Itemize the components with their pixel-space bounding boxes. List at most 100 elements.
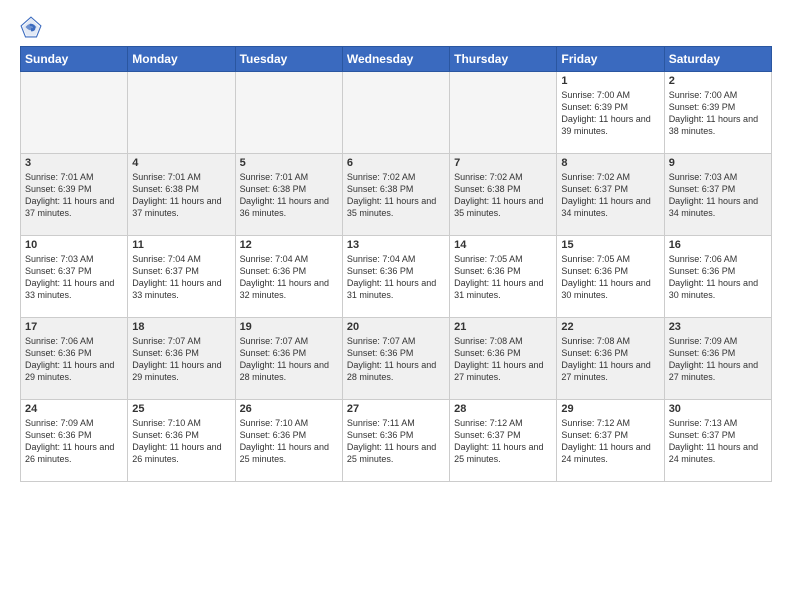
weekday-header-saturday: Saturday [664,47,771,72]
calendar-cell [342,72,449,154]
day-info: Sunrise: 7:01 AM Sunset: 6:38 PM Dayligh… [132,171,230,220]
logo-icon [20,16,42,38]
day-number: 2 [669,75,767,87]
calendar-cell: 21 Sunrise: 7:08 AM Sunset: 6:36 PM Dayli… [450,318,557,400]
day-info: Sunrise: 7:08 AM Sunset: 6:36 PM Dayligh… [454,335,552,384]
day-number: 22 [561,321,659,333]
day-info: Sunrise: 7:05 AM Sunset: 6:36 PM Dayligh… [454,253,552,302]
day-number: 29 [561,403,659,415]
day-number: 14 [454,239,552,251]
day-number: 26 [240,403,338,415]
day-number: 7 [454,157,552,169]
day-info: Sunrise: 7:08 AM Sunset: 6:36 PM Dayligh… [561,335,659,384]
calendar-cell: 10 Sunrise: 7:03 AM Sunset: 6:37 PM Dayli… [21,236,128,318]
calendar-cell: 30 Sunrise: 7:13 AM Sunset: 6:37 PM Dayli… [664,400,771,482]
day-info: Sunrise: 7:10 AM Sunset: 6:36 PM Dayligh… [132,417,230,466]
calendar-cell: 6Sunrise: 7:02 AM Sunset: 6:38 PM Daylig… [342,154,449,236]
calendar-cell [21,72,128,154]
calendar-cell: 25 Sunrise: 7:10 AM Sunset: 6:36 PM Dayli… [128,400,235,482]
day-info: Sunrise: 7:12 AM Sunset: 6:37 PM Dayligh… [561,417,659,466]
week-row-3: 10 Sunrise: 7:03 AM Sunset: 6:37 PM Dayli… [21,236,772,318]
weekday-header-monday: Monday [128,47,235,72]
day-info: Sunrise: 7:04 AM Sunset: 6:36 PM Dayligh… [347,253,445,302]
day-number: 28 [454,403,552,415]
week-row-5: 24 Sunrise: 7:09 AM Sunset: 6:36 PM Dayli… [21,400,772,482]
day-number: 24 [25,403,123,415]
day-info: Sunrise: 7:06 AM Sunset: 6:36 PM Dayligh… [25,335,123,384]
logo-area [20,16,46,38]
day-info: Sunrise: 7:07 AM Sunset: 6:36 PM Dayligh… [240,335,338,384]
calendar-cell: 11 Sunrise: 7:04 AM Sunset: 6:37 PM Dayli… [128,236,235,318]
day-number: 10 [25,239,123,251]
weekday-header-row: SundayMondayTuesdayWednesdayThursdayFrid… [21,47,772,72]
calendar-cell: 20 Sunrise: 7:07 AM Sunset: 6:36 PM Dayli… [342,318,449,400]
calendar-cell: 7 Sunrise: 7:02 AM Sunset: 6:38 PM Daylig… [450,154,557,236]
calendar-cell: 9 Sunrise: 7:03 AM Sunset: 6:37 PM Daylig… [664,154,771,236]
day-number: 3 [25,157,123,169]
day-number: 23 [669,321,767,333]
calendar-cell: 12Sunrise: 7:04 AM Sunset: 6:36 PM Dayli… [235,236,342,318]
header [20,16,772,38]
day-info: Sunrise: 7:02 AM Sunset: 6:38 PM Dayligh… [347,171,445,220]
week-row-2: 3Sunrise: 7:01 AM Sunset: 6:39 PM Daylig… [21,154,772,236]
calendar-table: SundayMondayTuesdayWednesdayThursdayFrid… [20,46,772,482]
day-info: Sunrise: 7:07 AM Sunset: 6:36 PM Dayligh… [347,335,445,384]
weekday-header-sunday: Sunday [21,47,128,72]
day-number: 9 [669,157,767,169]
day-number: 13 [347,239,445,251]
day-info: Sunrise: 7:02 AM Sunset: 6:38 PM Dayligh… [454,171,552,220]
week-row-1: 1Sunrise: 7:00 AM Sunset: 6:39 PM Daylig… [21,72,772,154]
calendar-cell: 17 Sunrise: 7:06 AM Sunset: 6:36 PM Dayli… [21,318,128,400]
calendar-cell: 23 Sunrise: 7:09 AM Sunset: 6:36 PM Dayli… [664,318,771,400]
day-number: 8 [561,157,659,169]
day-info: Sunrise: 7:00 AM Sunset: 6:39 PM Dayligh… [561,89,659,138]
day-info: Sunrise: 7:09 AM Sunset: 6:36 PM Dayligh… [25,417,123,466]
calendar-cell: 15 Sunrise: 7:05 AM Sunset: 6:36 PM Dayli… [557,236,664,318]
calendar-cell: 19 Sunrise: 7:07 AM Sunset: 6:36 PM Dayli… [235,318,342,400]
day-number: 27 [347,403,445,415]
day-number: 5 [240,157,338,169]
calendar-cell: 4 Sunrise: 7:01 AM Sunset: 6:38 PM Daylig… [128,154,235,236]
day-info: Sunrise: 7:12 AM Sunset: 6:37 PM Dayligh… [454,417,552,466]
weekday-header-wednesday: Wednesday [342,47,449,72]
calendar-cell: 5 Sunrise: 7:01 AM Sunset: 6:38 PM Daylig… [235,154,342,236]
calendar-cell: 16 Sunrise: 7:06 AM Sunset: 6:36 PM Dayli… [664,236,771,318]
calendar-cell: 3Sunrise: 7:01 AM Sunset: 6:39 PM Daylig… [21,154,128,236]
day-number: 20 [347,321,445,333]
calendar-cell: 26 Sunrise: 7:10 AM Sunset: 6:36 PM Dayli… [235,400,342,482]
day-info: Sunrise: 7:07 AM Sunset: 6:36 PM Dayligh… [132,335,230,384]
calendar-cell: 27Sunrise: 7:11 AM Sunset: 6:36 PM Dayli… [342,400,449,482]
day-number: 11 [132,239,230,251]
day-number: 30 [669,403,767,415]
calendar-cell: 28 Sunrise: 7:12 AM Sunset: 6:37 PM Dayli… [450,400,557,482]
calendar-cell: 24 Sunrise: 7:09 AM Sunset: 6:36 PM Dayli… [21,400,128,482]
week-row-4: 17 Sunrise: 7:06 AM Sunset: 6:36 PM Dayli… [21,318,772,400]
calendar-cell: 13 Sunrise: 7:04 AM Sunset: 6:36 PM Dayli… [342,236,449,318]
calendar-cell [450,72,557,154]
day-number: 18 [132,321,230,333]
day-info: Sunrise: 7:03 AM Sunset: 6:37 PM Dayligh… [25,253,123,302]
day-number: 16 [669,239,767,251]
day-number: 21 [454,321,552,333]
day-info: Sunrise: 7:13 AM Sunset: 6:37 PM Dayligh… [669,417,767,466]
day-number: 4 [132,157,230,169]
day-number: 17 [25,321,123,333]
day-number: 19 [240,321,338,333]
weekday-header-tuesday: Tuesday [235,47,342,72]
day-info: Sunrise: 7:05 AM Sunset: 6:36 PM Dayligh… [561,253,659,302]
day-info: Sunrise: 7:10 AM Sunset: 6:36 PM Dayligh… [240,417,338,466]
page: SundayMondayTuesdayWednesdayThursdayFrid… [0,0,792,612]
day-number: 15 [561,239,659,251]
calendar-cell: 29 Sunrise: 7:12 AM Sunset: 6:37 PM Dayli… [557,400,664,482]
day-info: Sunrise: 7:06 AM Sunset: 6:36 PM Dayligh… [669,253,767,302]
day-info: Sunrise: 7:04 AM Sunset: 6:37 PM Dayligh… [132,253,230,302]
calendar-cell: 18 Sunrise: 7:07 AM Sunset: 6:36 PM Dayli… [128,318,235,400]
day-info: Sunrise: 7:09 AM Sunset: 6:36 PM Dayligh… [669,335,767,384]
calendar-cell: 22 Sunrise: 7:08 AM Sunset: 6:36 PM Dayli… [557,318,664,400]
day-info: Sunrise: 7:01 AM Sunset: 6:38 PM Dayligh… [240,171,338,220]
calendar-cell [128,72,235,154]
day-number: 25 [132,403,230,415]
day-info: Sunrise: 7:02 AM Sunset: 6:37 PM Dayligh… [561,171,659,220]
calendar-cell: 1Sunrise: 7:00 AM Sunset: 6:39 PM Daylig… [557,72,664,154]
day-info: Sunrise: 7:03 AM Sunset: 6:37 PM Dayligh… [669,171,767,220]
